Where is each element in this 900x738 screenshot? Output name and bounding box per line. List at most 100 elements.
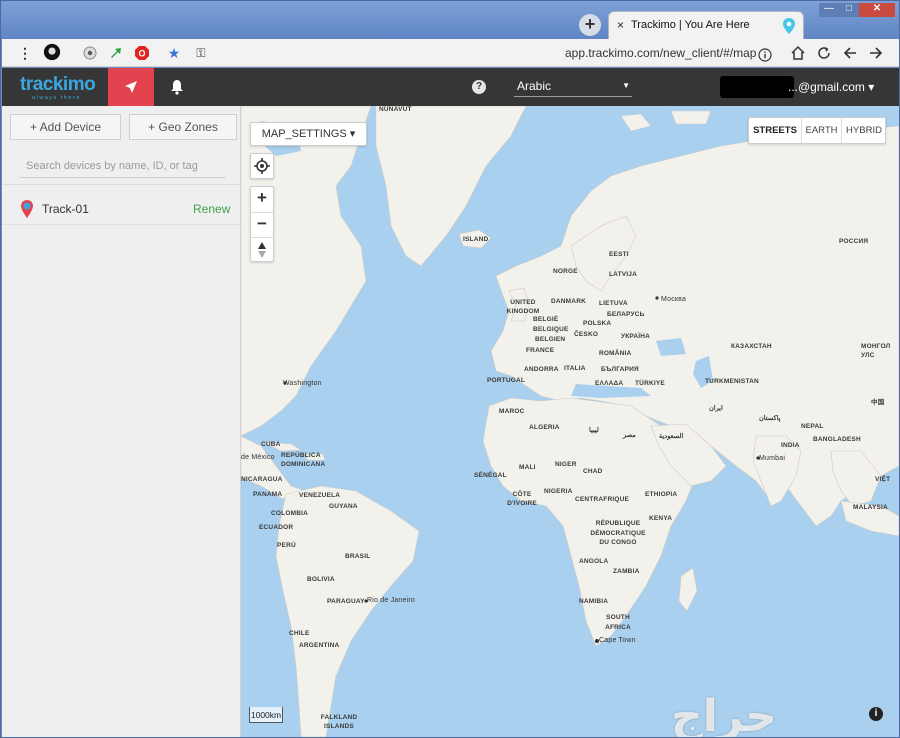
account-menu[interactable]: ...@gmail.com ▾ [788,80,874,94]
map-label-cote-divoire: CÔTE D'IVOIRE [507,491,537,507]
help-icon[interactable]: ? [472,80,486,94]
locate-me-button[interactable] [250,153,274,179]
privacy-extension-icon[interactable] [82,44,98,62]
device-sidebar: + Add Device + Geo Zones Search devices … [2,106,241,737]
browser-toolbar: ⋮ O ★ ⚿ app.trackimo.com/new_client/#/ma… [2,39,899,67]
map-label-rio: Rio de Janeiro [367,597,415,604]
device-list-item[interactable]: Track-01 Renew [2,194,241,224]
map-label-bolivia: BOLIVIA [307,576,335,583]
zoom-out-button[interactable]: − [251,212,273,236]
map-label-ellada: ΕΛΛΑΔΑ [595,380,624,387]
logo-text: trackimo [20,74,96,95]
reload-icon[interactable] [816,44,832,62]
home-icon[interactable] [790,44,806,62]
maximize-button[interactable]: □ [839,3,859,17]
map-label-niger: NIGER [555,461,577,468]
map-label-peru: PERÚ [277,542,296,549]
notifications-button[interactable] [162,68,192,106]
compass-button[interactable] [251,237,273,261]
map-label-colombia: COLOMBIA [271,510,308,517]
map-label-senegal: SÉNÉGAL [474,472,507,479]
tab-close-icon[interactable]: × [617,18,624,32]
map-label-cesko: ČESKO [574,331,599,338]
map-info-icon[interactable]: i [869,707,883,721]
location-pin-icon [783,18,795,34]
map-label-chile: CHILE [289,630,310,637]
map-label-cuba: CUBA [261,441,281,448]
map-label-moskva: Москва [661,296,687,303]
map-label-venezuela: VENEZUELA [299,492,341,499]
extension-avatar-icon[interactable] [42,43,62,61]
map-label-belgique: BELGIQUE [533,326,569,333]
view-hybrid-button[interactable]: HYBRID [841,118,886,143]
map-label-belgien: BELGIEN [535,336,566,343]
map-label-nunavut: NUNAVUT [379,106,412,113]
map-label-cape-town: Cape Town [599,637,636,644]
map-label-turkiye: TÜRKIYE [635,380,665,387]
map-view-switcher: STREETS EARTH HYBRID [748,117,886,144]
map-label-viet: VIỆT [875,476,891,483]
caret-down-icon: ▼ [622,81,630,90]
divider [2,184,241,185]
site-info-icon[interactable] [758,46,772,64]
new-tab-button[interactable]: + [579,14,601,36]
key-icon[interactable]: ⚿ [192,44,210,62]
minimize-button[interactable]: — [819,3,839,17]
view-earth-button[interactable]: EARTH [801,118,841,143]
map-label-mali: MALI [519,464,536,471]
map-label-paraguay: PARAGUAY [327,598,365,605]
close-window-button[interactable]: ✕ [859,3,895,17]
map-label-mexico: de México [241,454,275,461]
map-label-centrafrique: CENTRAFRIQUE [575,496,630,503]
tab-title: Trackimo | You Are Here [631,19,750,31]
map-label-washington: Washington [283,380,322,387]
device-name: Track-01 [42,202,89,216]
map-label-rdc: RÉPUBLIQUE DÉMOCRATIQUE DU CONGO [590,520,646,546]
map-settings-button[interactable]: MAP_SETTINGS ▾ [250,122,367,146]
zoom-in-button[interactable]: + [251,187,273,211]
map-label-india: INDIA [781,442,800,449]
nav-tracking-button[interactable] [108,68,154,106]
forward-arrow-icon[interactable] [868,44,884,62]
map-label-nicaragua: NICARAGUA [241,476,283,483]
map-label-dominicana: REPÚBLICA DOMINICANA [281,452,326,468]
map-label-belgie: BELGIË [533,316,559,323]
tab-trackimo[interactable]: × Trackimo | You Are Here [608,11,804,40]
watermark-logo: حراج [671,691,777,737]
adblock-extension-icon[interactable]: O [134,44,150,62]
map-label-falkland: FALKLAND ISLANDS [320,714,358,730]
device-search-input[interactable]: Search devices by name, ID, or tag [20,158,226,178]
geo-zones-button[interactable]: + Geo Zones [129,114,237,140]
green-arrow-extension-icon[interactable] [108,44,124,62]
map-label-lietuva: LIETUVA [599,300,628,307]
renew-link[interactable]: Renew [193,202,230,216]
map-label-china: 中国 [871,399,885,406]
back-arrow-icon[interactable] [842,44,858,62]
map-label-bangladesh: BANGLADESH [813,436,861,443]
map-label-maroc: MAROC [499,408,525,415]
map-label-andorra: ANDORRA [524,366,559,373]
address-bar[interactable]: app.trackimo.com/new_client/#/map [565,46,756,60]
map-label-nepal: NEPAL [801,423,824,430]
map-label-angola: ANGOLA [579,558,609,565]
view-streets-button[interactable]: STREETS [749,118,801,143]
tab-strip: + × Trackimo | You Are Here — □ ✕ [1,1,899,40]
map-label-iran: ایران [709,405,723,412]
map-label-france: FRANCE [526,347,555,354]
language-select[interactable]: Arabic ▼ [514,77,632,97]
map-label-argentina: ARGENTINA [299,642,340,649]
map-label-turkmenistan: TURKMENISTAN [705,378,759,385]
map-label-chad: CHAD [583,468,603,475]
bookmark-star-icon[interactable]: ★ [166,44,182,62]
app-header: trackimo always there ? Arabic ▼ ...@gma… [2,68,899,106]
kebab-menu-icon[interactable]: ⋮ [18,44,32,62]
trackimo-logo[interactable]: trackimo always there [20,74,100,102]
map-land-layer [241,106,899,737]
add-device-button[interactable]: + Add Device [10,114,121,140]
map-label-romania: ROMÂNIA [599,350,632,357]
map-label-ecuador: ECUADOR [259,524,294,531]
world-map[interactable]: NUNAVUT ISLAND РОССИЯ NORGE EESTI LATVIJ… [241,106,899,737]
redacted-email-block [720,76,794,98]
map-scale: 1000km [249,707,283,723]
map-label-bulgaria: БЪЛГАРИЯ [601,366,639,373]
